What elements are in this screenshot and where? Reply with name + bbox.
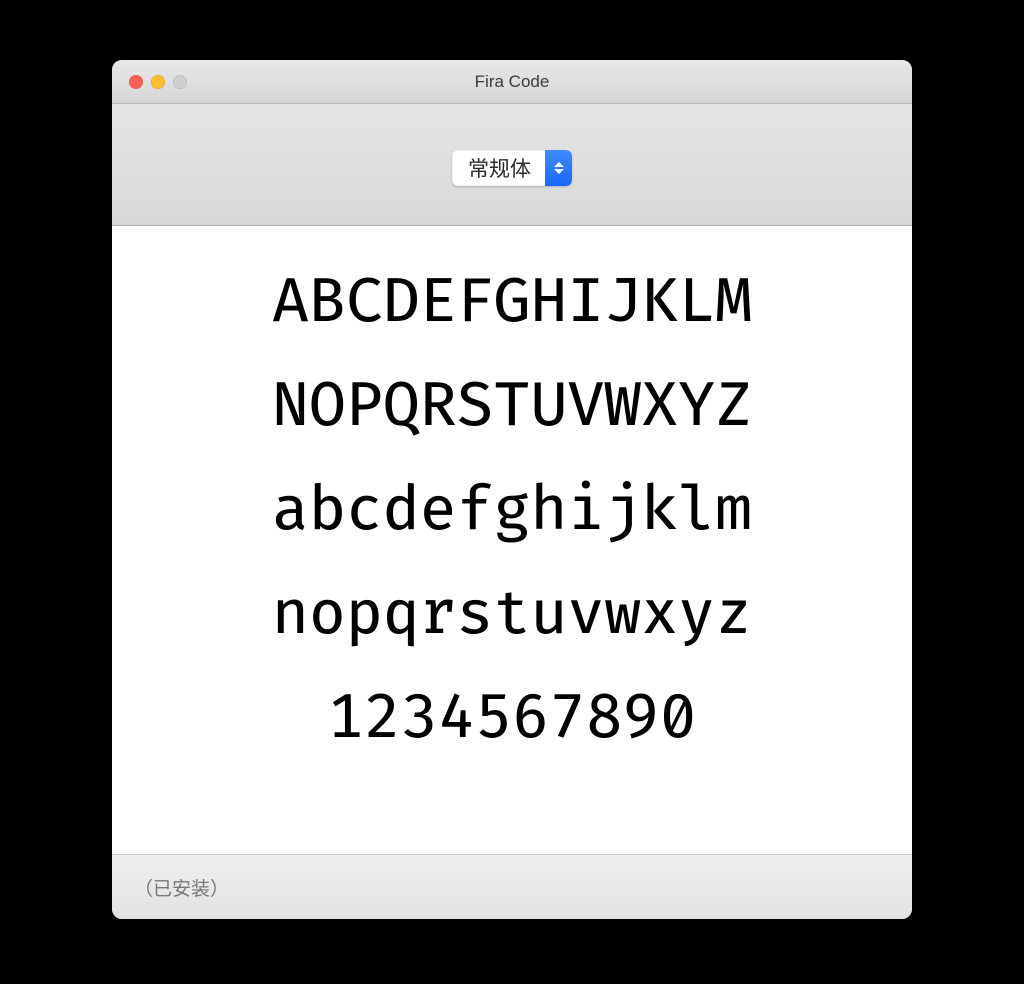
- window-title: Fira Code: [112, 72, 912, 92]
- preview-line: ABCDEFGHIJKLM: [132, 274, 892, 334]
- toolbar: 常规体: [112, 104, 912, 226]
- chevron-up-icon: [554, 162, 564, 167]
- font-preview-area: ABCDEFGHIJKLM NOPQRSTUVWXYZ abcdefghijkl…: [112, 226, 912, 854]
- titlebar[interactable]: Fira Code: [112, 60, 912, 104]
- font-style-select-label: 常规体: [452, 150, 545, 186]
- chevron-down-icon: [554, 169, 564, 174]
- preview-line: 1234567890: [132, 690, 892, 750]
- close-button[interactable]: [129, 75, 143, 89]
- preview-line: nopqrstuvwxyz: [132, 586, 892, 646]
- statusbar: （已安装）: [112, 854, 912, 919]
- preview-line: abcdefghijklm: [132, 482, 892, 542]
- maximize-button[interactable]: [173, 75, 187, 89]
- preview-line: NOPQRSTUVWXYZ: [132, 378, 892, 438]
- font-preview-window: Fira Code 常规体 ABCDEFGHIJKLM NOPQRSTUVWXY…: [112, 60, 912, 919]
- select-stepper-icon[interactable]: [545, 150, 572, 186]
- install-status-text: （已安装）: [134, 874, 229, 901]
- minimize-button[interactable]: [151, 75, 165, 89]
- font-style-select[interactable]: 常规体: [452, 150, 572, 186]
- traffic-lights: [112, 75, 187, 89]
